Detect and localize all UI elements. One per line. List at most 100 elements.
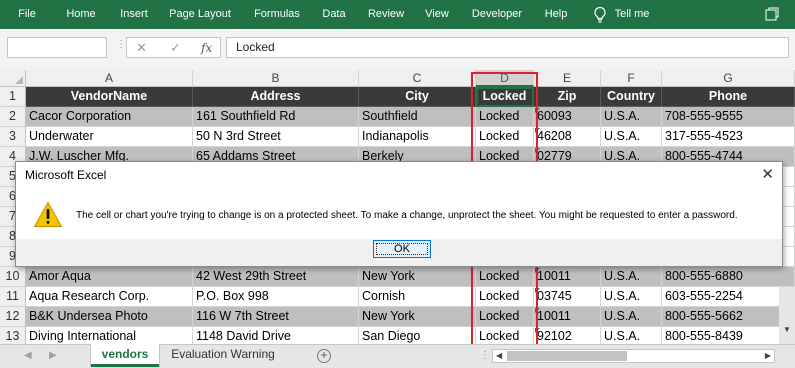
sheet-tab-evaluation-warning[interactable]: Evaluation Warning [162,344,284,367]
table-cell[interactable]: 60093 [534,107,601,127]
sheet-tab-vendors[interactable]: vendors [91,344,159,367]
tab-page-layout[interactable]: Page Layout [167,0,233,29]
error-indicator-icon[interactable] [535,268,540,273]
tab-review[interactable]: Review [365,0,407,29]
table-cell[interactable]: Amor Aqua [26,267,193,287]
table-cell[interactable]: 603-555-2254 [662,287,795,307]
tab-help[interactable]: Help [540,0,572,29]
tell-me-search[interactable]: Tell me [612,0,652,29]
table-cell[interactable]: Underwater [26,127,193,147]
table-cell[interactable]: 46208 [534,127,601,147]
table-cell[interactable]: 116 W 7th Street [193,307,359,327]
table-cell[interactable]: U.S.A. [601,267,662,287]
tab-developer[interactable]: Developer [468,0,526,29]
row-header[interactable]: 2 [0,107,26,127]
table-cell[interactable]: 1148 David Drive [193,327,359,344]
table-cell[interactable]: Locked [476,327,534,344]
scroll-left-icon[interactable]: ◀ [496,350,502,362]
table-cell[interactable]: U.S.A. [601,307,662,327]
name-box[interactable] [7,37,107,58]
table-cell[interactable]: 800-555-6880 [662,267,795,287]
column-header-d[interactable]: D [476,70,534,87]
table-cell[interactable]: Cacor Corporation [26,107,193,127]
row-header[interactable]: 1 [0,87,26,107]
header-cell-vendorname[interactable]: VendorName [26,87,193,107]
tab-data[interactable]: Data [318,0,350,29]
row-header[interactable]: 12 [0,307,26,327]
tab-formulas[interactable]: Formulas [249,0,305,29]
horizontal-scrollbar[interactable]: ◀ ▶ [492,349,775,363]
table-cell[interactable]: Cornish [359,287,476,307]
close-icon[interactable]: ✕ [761,165,774,183]
table-cell[interactable]: U.S.A. [601,327,662,344]
row-header[interactable]: 10 [0,267,26,287]
table-cell[interactable]: Locked [476,287,534,307]
row-header[interactable]: 3 [0,127,26,147]
table-cell[interactable]: 03745 [534,287,601,307]
tab-home[interactable]: Home [62,0,100,29]
ribbon-display-options-icon[interactable] [765,7,779,21]
scroll-thumb[interactable] [507,351,627,361]
error-indicator-icon[interactable] [535,128,540,133]
error-indicator-icon[interactable] [535,308,540,313]
enter-check-icon[interactable]: ✓ [170,40,181,56]
header-cell-address[interactable]: Address [193,87,359,107]
table-cell[interactable]: Indianapolis [359,127,476,147]
column-header-e[interactable]: E [534,70,601,87]
next-sheet-icon[interactable]: ▶ [49,350,57,361]
table-cell[interactable]: Locked [476,127,534,147]
table-cell[interactable]: New York [359,307,476,327]
table-cell[interactable]: U.S.A. [601,127,662,147]
column-header-f[interactable]: F [601,70,662,87]
header-cell-locked[interactable]: Locked [476,87,534,107]
row-header[interactable]: 13 [0,327,26,344]
header-cell-zip[interactable]: Zip [534,87,601,107]
column-header-a[interactable]: A [26,70,193,87]
table-cell[interactable]: Diving International [26,327,193,344]
table-cell[interactable]: Locked [476,107,534,127]
table-cell[interactable]: 161 Southfield Rd [193,107,359,127]
select-all-corner[interactable] [0,70,26,87]
tab-split-handle-icon[interactable]: ⋮ [480,350,490,361]
tab-insert[interactable]: Insert [114,0,154,29]
tab-file[interactable]: File [13,0,41,29]
table-cell[interactable]: Aqua Research Corp. [26,287,193,307]
header-cell-country[interactable]: Country [601,87,662,107]
table-cell[interactable]: Locked [476,307,534,327]
vertical-scrollbar[interactable]: ▼ [779,287,795,344]
table-cell[interactable]: San Diego [359,327,476,344]
table-cell[interactable]: 10011 [534,307,601,327]
table-cell[interactable]: U.S.A. [601,107,662,127]
cancel-icon[interactable]: ✕ [136,40,147,56]
table-cell[interactable]: 92102 [534,327,601,344]
column-header-c[interactable]: C [359,70,476,87]
error-indicator-icon[interactable] [535,108,540,113]
header-cell-city[interactable]: City [359,87,476,107]
row-header[interactable]: 11 [0,287,26,307]
column-header-b[interactable]: B [193,70,359,87]
scroll-right-icon[interactable]: ▶ [765,350,771,362]
insert-function-icon[interactable]: fx [201,41,212,55]
table-cell[interactable]: 317-555-4523 [662,127,795,147]
previous-sheet-icon[interactable]: ◀ [24,350,32,361]
drag-handle-icon[interactable]: ⋮ [116,40,126,55]
table-cell[interactable]: 50 N 3rd Street [193,127,359,147]
header-cell-phone[interactable]: Phone [662,87,795,107]
error-indicator-icon[interactable] [535,288,540,293]
table-cell[interactable]: P.O. Box 998 [193,287,359,307]
table-cell[interactable]: 42 West 29th Street [193,267,359,287]
table-cell[interactable]: Southfield [359,107,476,127]
tab-view[interactable]: View [422,0,452,29]
table-cell[interactable]: 10011 [534,267,601,287]
table-cell[interactable]: New York [359,267,476,287]
table-cell[interactable]: 708-555-9555 [662,107,795,127]
error-indicator-icon[interactable] [535,328,540,333]
formula-input[interactable]: Locked [226,37,789,58]
table-cell[interactable]: B&K Undersea Photo [26,307,193,327]
table-cell[interactable]: 800-555-8439 [662,327,795,344]
error-indicator-icon[interactable] [535,148,540,153]
table-cell[interactable]: 800-555-5662 [662,307,795,327]
add-sheet-button[interactable]: + [317,349,331,363]
table-cell[interactable]: Locked [476,267,534,287]
scroll-down-icon[interactable]: ▼ [783,325,791,334]
